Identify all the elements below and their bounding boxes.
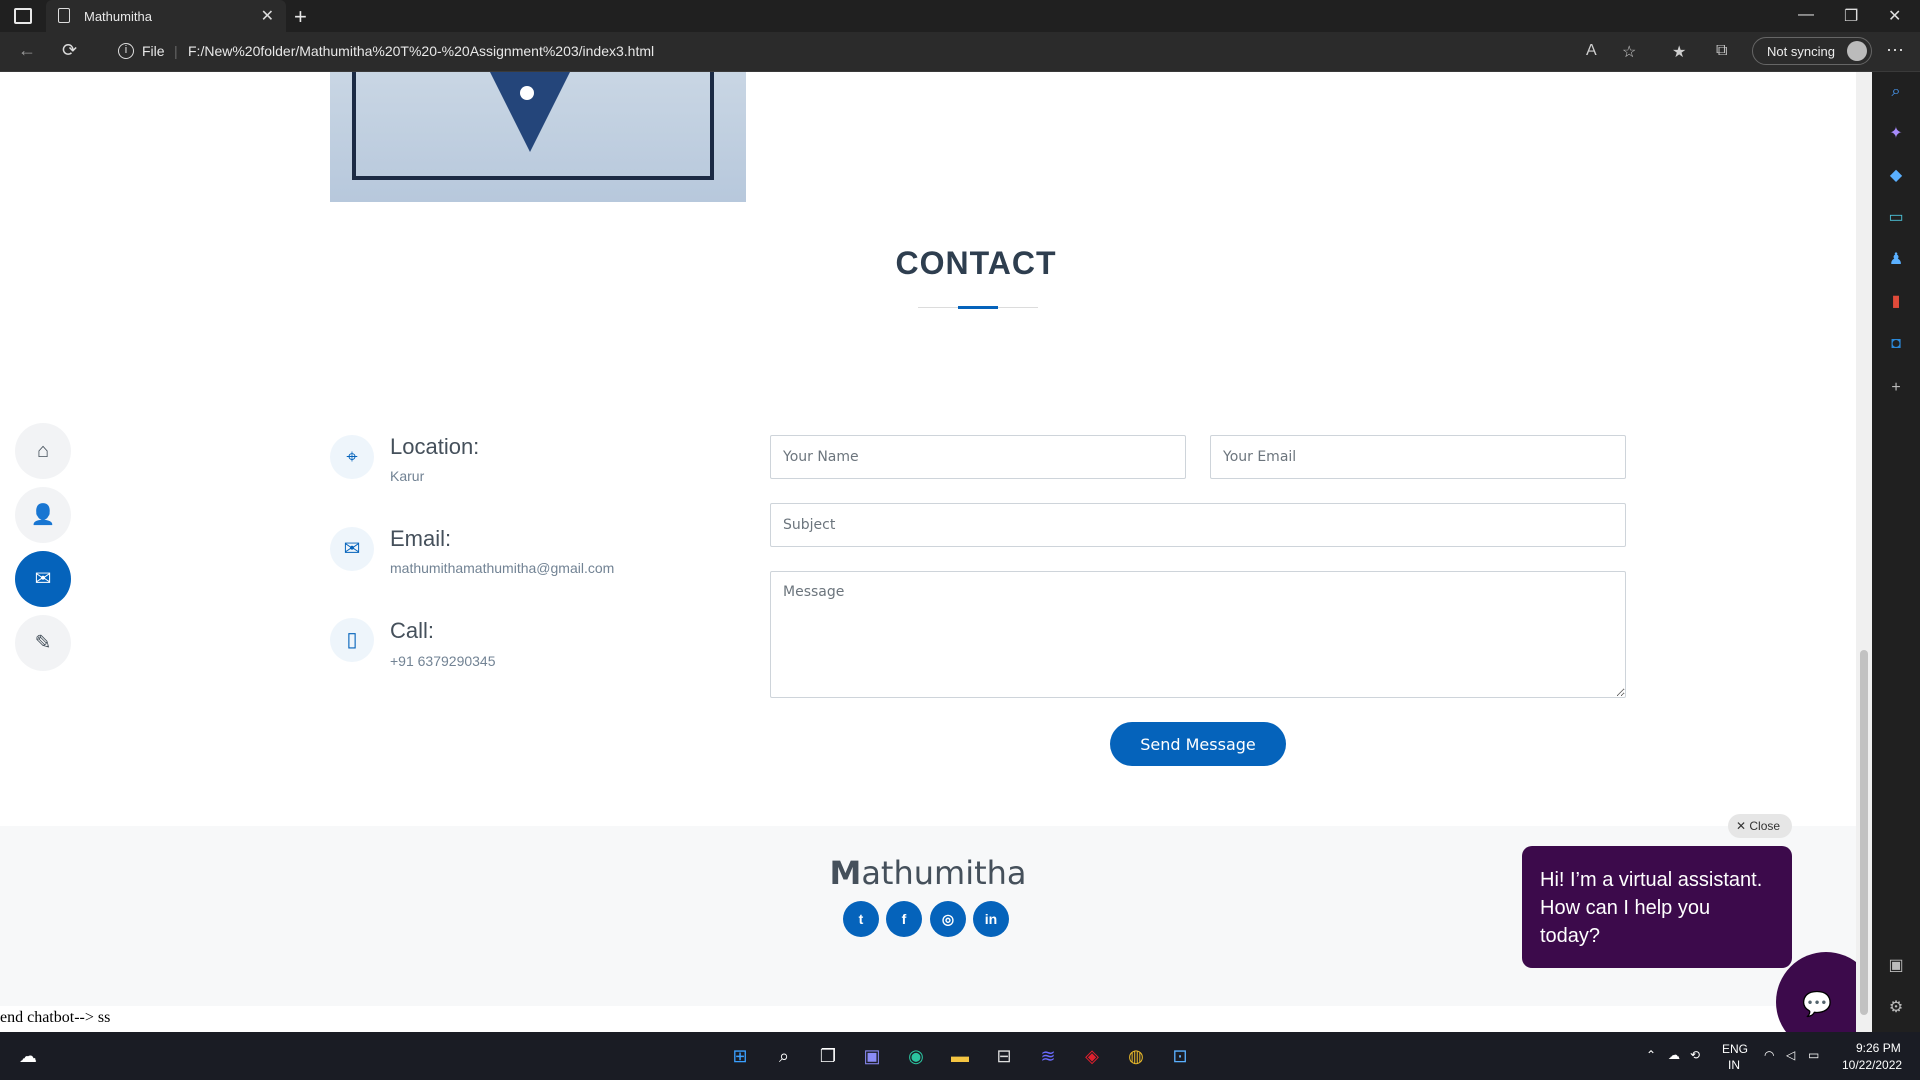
- show-hidden-icon[interactable]: ⌃: [1646, 1048, 1656, 1062]
- file-explorer-icon[interactable]: ▬: [946, 1042, 974, 1070]
- info-icon[interactable]: i: [118, 43, 134, 59]
- avatar: [1847, 41, 1867, 61]
- email-value: mathumithamathumitha@gmail.com: [390, 560, 615, 576]
- vs-code-icon[interactable]: ≋: [1034, 1042, 1062, 1070]
- wifi-icon[interactable]: ◠: [1764, 1048, 1774, 1062]
- battery-icon[interactable]: ▭: [1808, 1048, 1819, 1062]
- volume-icon[interactable]: ◁: [1786, 1048, 1795, 1062]
- person-icon: 👤: [30, 504, 56, 526]
- phone-icon: ▯: [330, 618, 374, 662]
- hide-sidebar-icon[interactable]: ▣: [1886, 956, 1906, 976]
- message-textarea[interactable]: [770, 571, 1626, 698]
- sync-button[interactable]: Not syncing: [1752, 37, 1872, 65]
- scrollbar-thumb[interactable]: [1860, 650, 1868, 1015]
- send-message-button[interactable]: Send Message: [1110, 722, 1286, 766]
- document-icon: [58, 8, 70, 23]
- pencil-icon: ✎: [34, 632, 52, 654]
- location-icon: ⌖: [330, 435, 374, 479]
- chat-icon: 💬: [1802, 991, 1832, 1018]
- outlook-icon[interactable]: ◘: [1886, 334, 1906, 354]
- add-sidebar-icon[interactable]: +: [1886, 378, 1906, 398]
- instagram-icon[interactable]: ◎: [930, 901, 966, 937]
- teams-chat-icon[interactable]: ▣: [858, 1042, 886, 1070]
- collections-icon[interactable]: ⧉: [1716, 42, 1727, 60]
- page-tail-text: end chatbot--> ss: [0, 1009, 111, 1026]
- back-icon[interactable]: ←: [18, 40, 36, 61]
- minimize-icon[interactable]: —: [1798, 6, 1814, 24]
- store-icon[interactable]: ⊟: [990, 1042, 1018, 1070]
- refresh-icon[interactable]: ⟳: [62, 40, 77, 61]
- brand-initial: M: [829, 854, 862, 892]
- separator: |: [174, 43, 178, 59]
- url-box[interactable]: i File | F:/New%20folder/Mathumitha%20T%…: [106, 38, 1746, 66]
- twitter-icon[interactable]: t: [843, 901, 879, 937]
- linkedin-icon[interactable]: in: [973, 901, 1009, 937]
- taskbar-search-icon[interactable]: ⌕: [770, 1042, 798, 1070]
- lang-line-2[interactable]: IN: [1728, 1058, 1740, 1072]
- clock-date[interactable]: 10/22/2022: [1842, 1058, 1902, 1072]
- nav-contact[interactable]: ✉: [15, 551, 71, 607]
- games-icon[interactable]: ♟: [1886, 250, 1906, 270]
- read-aloud-icon[interactable]: A: [1586, 42, 1597, 60]
- clock-time[interactable]: 9:26 PM: [1856, 1041, 1901, 1055]
- mcafee-icon[interactable]: ◈: [1078, 1042, 1106, 1070]
- close-tab-icon[interactable]: ✕: [261, 6, 274, 26]
- subject-input[interactable]: [770, 503, 1626, 547]
- onedrive-icon[interactable]: ☁: [1668, 1048, 1680, 1062]
- restore-icon[interactable]: ❐: [1844, 6, 1858, 26]
- weather-icon[interactable]: ☁: [14, 1042, 42, 1070]
- mail-icon: ✉: [34, 568, 52, 590]
- office-icon[interactable]: ▮: [1886, 292, 1906, 312]
- chat-close-button[interactable]: ✕ Close: [1728, 814, 1792, 838]
- tools-icon[interactable]: ▭: [1886, 208, 1906, 228]
- brand-rest: athumitha: [861, 854, 1027, 892]
- chat-close-label: Close: [1749, 819, 1781, 833]
- active-tab[interactable]: Mathumitha ✕: [46, 0, 286, 32]
- network-app-icon[interactable]: ⊡: [1166, 1042, 1194, 1070]
- call-title: Call:: [390, 618, 435, 643]
- more-icon[interactable]: ⋯: [1886, 40, 1904, 61]
- title-accent: [958, 306, 998, 309]
- settings-icon[interactable]: ⚙: [1886, 998, 1906, 1018]
- name-input[interactable]: [770, 435, 1186, 479]
- email-title: Email:: [390, 526, 452, 551]
- location-value: Karur: [390, 468, 425, 484]
- profile-photo: [330, 72, 746, 202]
- nav-about[interactable]: 👤: [15, 487, 71, 543]
- photo-dot: [520, 86, 534, 100]
- tab-actions-icon[interactable]: [14, 8, 32, 24]
- url-text[interactable]: F:/New%20folder/Mathumitha%20T%20-%20Ass…: [188, 43, 654, 59]
- sync-tray-icon[interactable]: ⟲: [1690, 1048, 1700, 1062]
- tab-title: Mathumitha: [84, 9, 152, 24]
- shopping-icon[interactable]: ◆: [1886, 166, 1906, 186]
- close-window-icon[interactable]: ✕: [1888, 6, 1901, 26]
- favorites-icon[interactable]: ★: [1672, 42, 1686, 62]
- new-tab-icon[interactable]: +: [294, 4, 307, 30]
- home-icon: ⌂: [36, 440, 50, 462]
- location-title: Location:: [390, 434, 480, 459]
- edge-icon[interactable]: ◉: [902, 1042, 930, 1070]
- tab-bar: [0, 0, 1920, 32]
- facebook-icon[interactable]: f: [886, 901, 922, 937]
- protocol-label: File: [142, 43, 165, 59]
- task-view-icon[interactable]: ❐: [814, 1042, 842, 1070]
- search-icon[interactable]: ⌕: [1886, 82, 1906, 102]
- chat-bubble: Hi! I’m a virtual assistant. How can I h…: [1522, 846, 1792, 968]
- call-value: +91 6379290345: [390, 653, 496, 669]
- chrome-icon[interactable]: ◍: [1122, 1042, 1150, 1070]
- windows-start-icon[interactable]: ⊞: [726, 1042, 754, 1070]
- email-input[interactable]: [1210, 435, 1626, 479]
- nav-edit[interactable]: ✎: [15, 615, 71, 671]
- nav-home[interactable]: ⌂: [15, 423, 71, 479]
- sync-label: Not syncing: [1767, 44, 1835, 59]
- discover-icon[interactable]: ✦: [1886, 124, 1906, 144]
- section-title: CONTACT: [895, 245, 1057, 281]
- lang-line-1[interactable]: ENG: [1722, 1042, 1748, 1056]
- add-favorite-icon[interactable]: ☆: [1622, 42, 1636, 62]
- envelope-icon: ✉: [330, 527, 374, 571]
